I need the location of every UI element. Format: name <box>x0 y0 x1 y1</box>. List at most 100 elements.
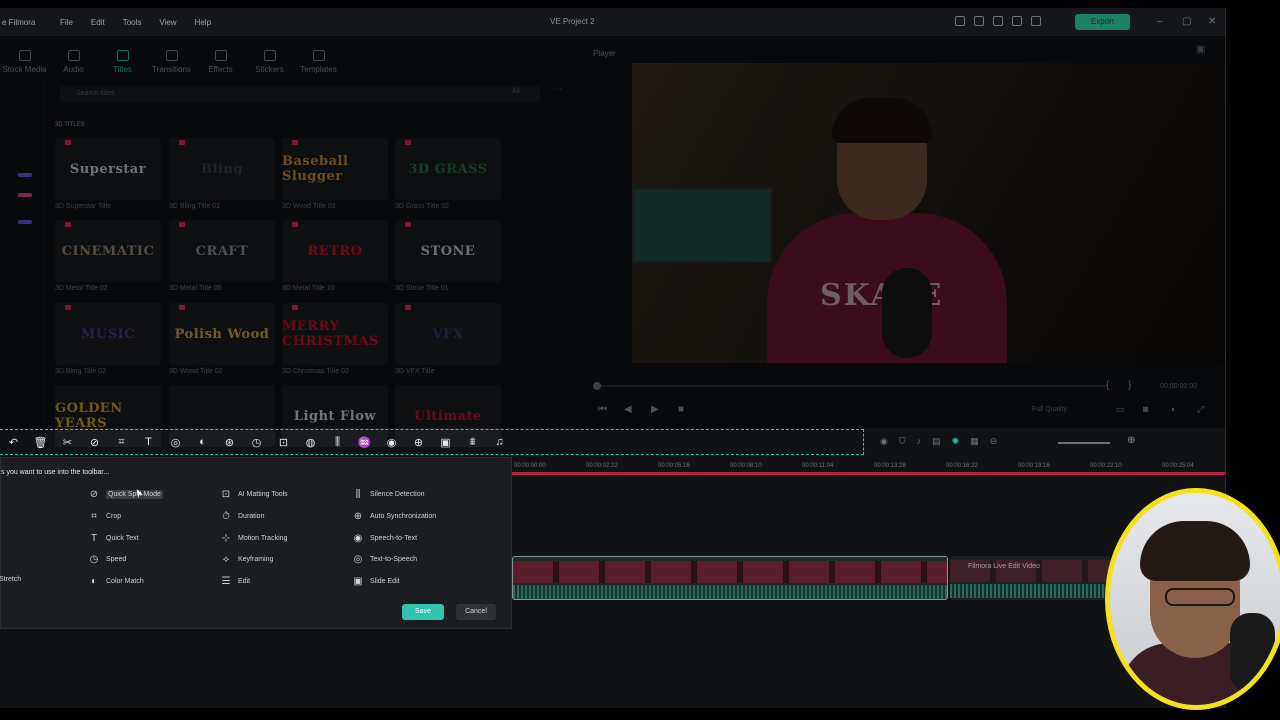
option-speech-text[interactable]: ◉ Speech-to-Text <box>351 533 417 544</box>
monitor-icon[interactable] <box>955 16 965 26</box>
title-thumbnail[interactable]: Baseball Slugger <box>282 138 388 200</box>
title-thumbnail[interactable]: 3D GRASS <box>395 138 501 200</box>
play-icon[interactable]: ▶ <box>651 404 659 415</box>
option-duration[interactable]: ⏱ Duration <box>219 511 264 522</box>
menu-help[interactable]: Help <box>195 18 211 27</box>
export-button[interactable]: Export <box>1075 14 1130 30</box>
split-icon[interactable]: ⊘ <box>81 436 108 449</box>
ai-tool-icon[interactable]: ✺ <box>952 436 960 447</box>
category-marker[interactable] <box>18 173 32 177</box>
playback-scrubber[interactable] <box>596 385 1106 387</box>
minimize-icon[interactable]: – <box>1157 16 1163 27</box>
crop-icon[interactable]: ⌗ <box>108 436 135 449</box>
zoom-icon[interactable]: ◎ <box>162 436 189 449</box>
download-icon[interactable] <box>1012 16 1022 26</box>
option-sync[interactable]: ⊕ Auto Synchronization <box>351 511 436 522</box>
cut-icon[interactable]: ✂ <box>54 436 81 449</box>
sync-icon[interactable]: ⊕ <box>405 436 432 449</box>
menu-tools[interactable]: Tools <box>123 18 142 27</box>
adjust-icon[interactable]: ⩩ <box>459 436 486 449</box>
search-input[interactable]: Search titles <box>60 86 540 102</box>
option-text-speech[interactable]: ◎ Text-to-Speech <box>351 554 417 565</box>
quality-select[interactable]: Full Quality <box>1032 406 1067 413</box>
text-icon[interactable]: T <box>135 436 162 448</box>
option-keyframe[interactable]: ⟡ Keyframing <box>219 554 274 565</box>
music-tool-icon[interactable]: ♫ <box>486 436 513 448</box>
option-ai-matting[interactable]: ⊡ AI Matting Tools <box>219 489 288 500</box>
option-text[interactable]: T Quick Text <box>87 533 139 544</box>
menu-view[interactable]: View <box>159 18 176 27</box>
title-thumbnail[interactable]: RETRO <box>282 220 388 282</box>
mark-in-icon[interactable]: { <box>1106 380 1109 391</box>
maximize-icon[interactable]: ▢ <box>1182 16 1191 27</box>
title-thumbnail[interactable]: STONE <box>395 220 501 282</box>
scrubber-handle[interactable] <box>593 382 601 390</box>
option-slide-edit[interactable]: ▣ Slide Edit <box>351 576 399 587</box>
audio-icon[interactable]: ⫼ <box>324 436 351 449</box>
snapshot-icon[interactable]: ▣ <box>1196 44 1205 55</box>
render-icon[interactable]: ◉ <box>880 436 888 447</box>
close-icon[interactable]: ✕ <box>1208 16 1216 27</box>
volume-icon[interactable]: ◖ <box>1170 404 1175 414</box>
option-silence[interactable]: ⫼ Silence Detection <box>351 489 425 500</box>
prev-frame-icon[interactable]: ⏮ <box>598 404 607 415</box>
filter-select[interactable]: All <box>512 88 520 95</box>
shield-icon[interactable]: ⛉ <box>899 436 906 447</box>
tab-stickers[interactable]: Stickers <box>245 42 294 82</box>
tab-stock-media[interactable]: Stock Media <box>0 42 49 82</box>
cloud-icon[interactable] <box>993 16 1003 26</box>
fullscreen-icon[interactable]: ⤢ <box>1197 404 1204 415</box>
title-thumbnail[interactable]: Bling <box>169 138 275 200</box>
menu-file[interactable]: File <box>60 18 73 27</box>
option-motion-tracking[interactable]: ⊹ Motion Tracking <box>219 533 288 544</box>
delete-icon[interactable]: 🗑 <box>27 436 54 449</box>
title-thumbnail[interactable]: Polish Wood <box>169 303 275 365</box>
play-back-icon[interactable]: ◀ <box>624 404 632 415</box>
camera-icon[interactable]: ◙ <box>1143 404 1148 414</box>
save-icon[interactable] <box>974 16 984 26</box>
menu-edit[interactable]: Edit <box>91 18 105 27</box>
video-clip-2[interactable]: Filmora Live Edit Video <box>950 556 1110 600</box>
tab-effects[interactable]: Effects <box>196 42 245 82</box>
title-thumbnail[interactable]: MUSIC <box>55 303 161 365</box>
category-marker[interactable] <box>18 193 32 197</box>
option-crop[interactable]: ⌗ Crop <box>87 511 121 522</box>
tab-transitions[interactable]: Transitions <box>147 42 196 82</box>
title-thumbnail[interactable]: VFX <box>395 303 501 365</box>
option-stretch[interactable]: Stretch <box>0 576 21 583</box>
speech-icon[interactable]: ◉ <box>378 436 405 449</box>
grid-icon[interactable]: ▦ <box>970 436 979 447</box>
ai-icon[interactable]: ⊛ <box>216 436 243 449</box>
stabilize-icon[interactable]: ◍ <box>297 436 324 449</box>
option-color-match[interactable]: ◐ Color Match <box>87 576 144 587</box>
option-split[interactable]: ⊘ Quick Split Mode <box>87 489 163 500</box>
slide-icon[interactable]: ▣ <box>432 436 459 449</box>
category-marker[interactable] <box>18 220 32 224</box>
stop-icon[interactable]: ■ <box>678 404 684 415</box>
speed-icon[interactable]: ◷ <box>243 436 270 449</box>
zoom-out-icon[interactable]: ⊖ <box>990 436 998 447</box>
option-edit[interactable]: ☰ Edit <box>219 576 251 587</box>
save-button[interactable]: Save <box>402 604 444 620</box>
tab-audio[interactable]: Audio <box>49 42 98 82</box>
user-icon[interactable] <box>1031 16 1041 26</box>
more-icon[interactable]: ⋯ <box>552 84 562 95</box>
wave-icon[interactable]: ♒ <box>351 436 378 449</box>
tab-titles[interactable]: Titles <box>98 42 147 82</box>
zoom-slider[interactable] <box>1058 442 1110 444</box>
title-thumbnail[interactable]: MERRY CHRISTMAS <box>282 303 388 365</box>
undo-icon[interactable]: ↶ <box>0 436 27 449</box>
layers-icon[interactable]: ▤ <box>932 436 941 447</box>
display-icon[interactable]: ▭ <box>1116 404 1125 415</box>
option-speed[interactable]: ◷ Speed <box>87 554 127 565</box>
mark-out-icon[interactable]: } <box>1128 380 1131 391</box>
cancel-button[interactable]: Cancel <box>456 604 496 620</box>
zoom-in-icon[interactable]: ⊕ <box>1127 435 1135 446</box>
tab-templates[interactable]: Templates <box>294 42 343 82</box>
title-thumbnail[interactable]: CRAFT <box>169 220 275 282</box>
matting-icon[interactable]: ⊡ <box>270 436 297 449</box>
title-thumbnail[interactable]: Superstar <box>55 138 161 200</box>
video-clip[interactable] <box>512 556 948 600</box>
mic-icon[interactable]: ♪ <box>917 436 922 447</box>
title-thumbnail[interactable]: CINEMATIC <box>55 220 161 282</box>
